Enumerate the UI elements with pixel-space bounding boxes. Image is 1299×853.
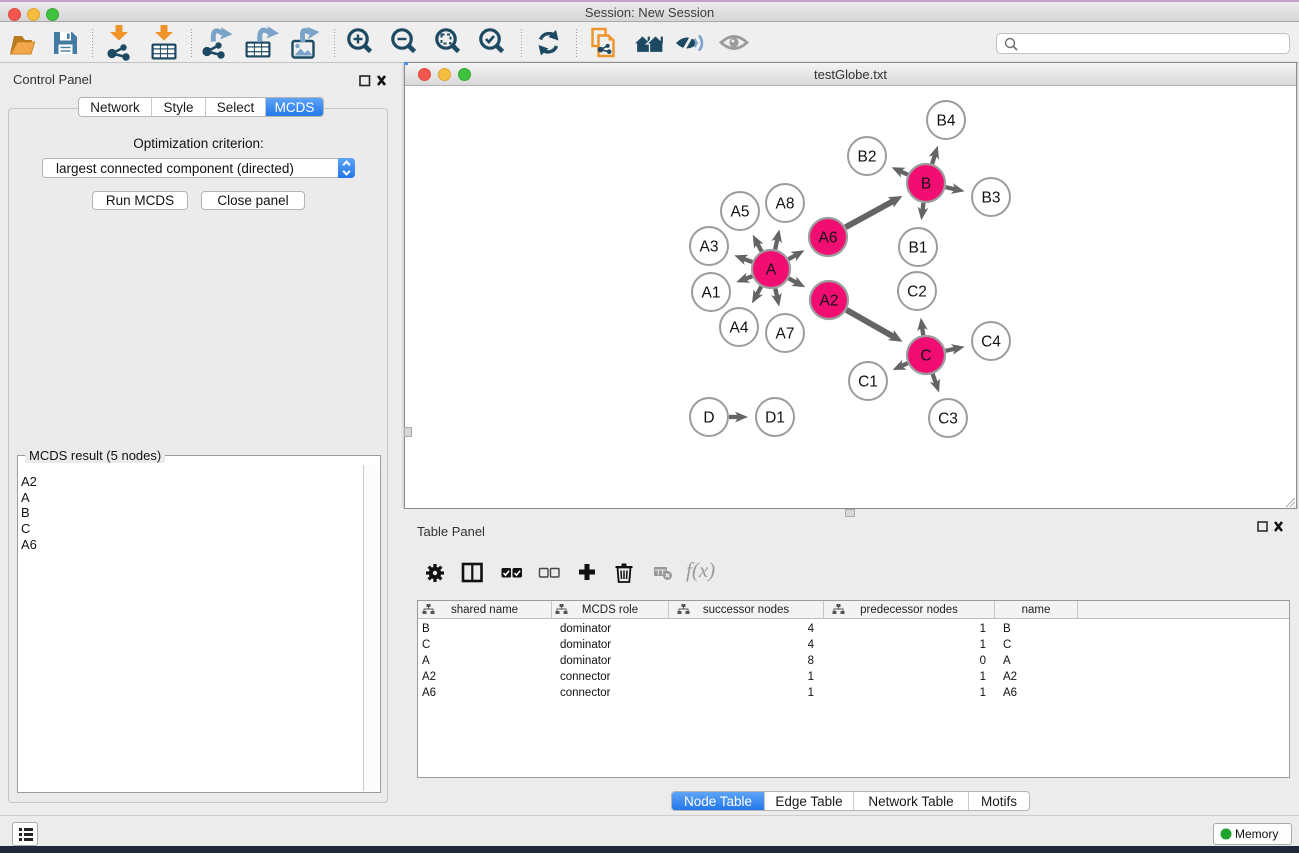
svg-text:D: D	[703, 410, 714, 427]
svg-text:B4: B4	[937, 113, 956, 130]
svg-text:B3: B3	[982, 190, 1001, 207]
svg-text:B1: B1	[909, 240, 928, 257]
svg-text:A3: A3	[700, 239, 719, 256]
svg-text:A2: A2	[820, 293, 839, 310]
svg-text:D1: D1	[765, 410, 785, 427]
svg-text:A1: A1	[702, 285, 721, 302]
svg-text:A: A	[766, 262, 777, 279]
svg-text:C2: C2	[907, 284, 927, 301]
svg-text:C4: C4	[981, 334, 1001, 351]
svg-text:A6: A6	[819, 230, 838, 247]
svg-text:B: B	[921, 176, 931, 193]
svg-text:C3: C3	[938, 411, 958, 428]
svg-text:A7: A7	[776, 326, 795, 343]
svg-text:A8: A8	[776, 196, 795, 213]
svg-text:A5: A5	[731, 204, 750, 221]
svg-text:B2: B2	[858, 149, 877, 166]
svg-text:A4: A4	[730, 320, 749, 337]
svg-text:C1: C1	[858, 374, 878, 391]
svg-text:C: C	[920, 348, 931, 365]
